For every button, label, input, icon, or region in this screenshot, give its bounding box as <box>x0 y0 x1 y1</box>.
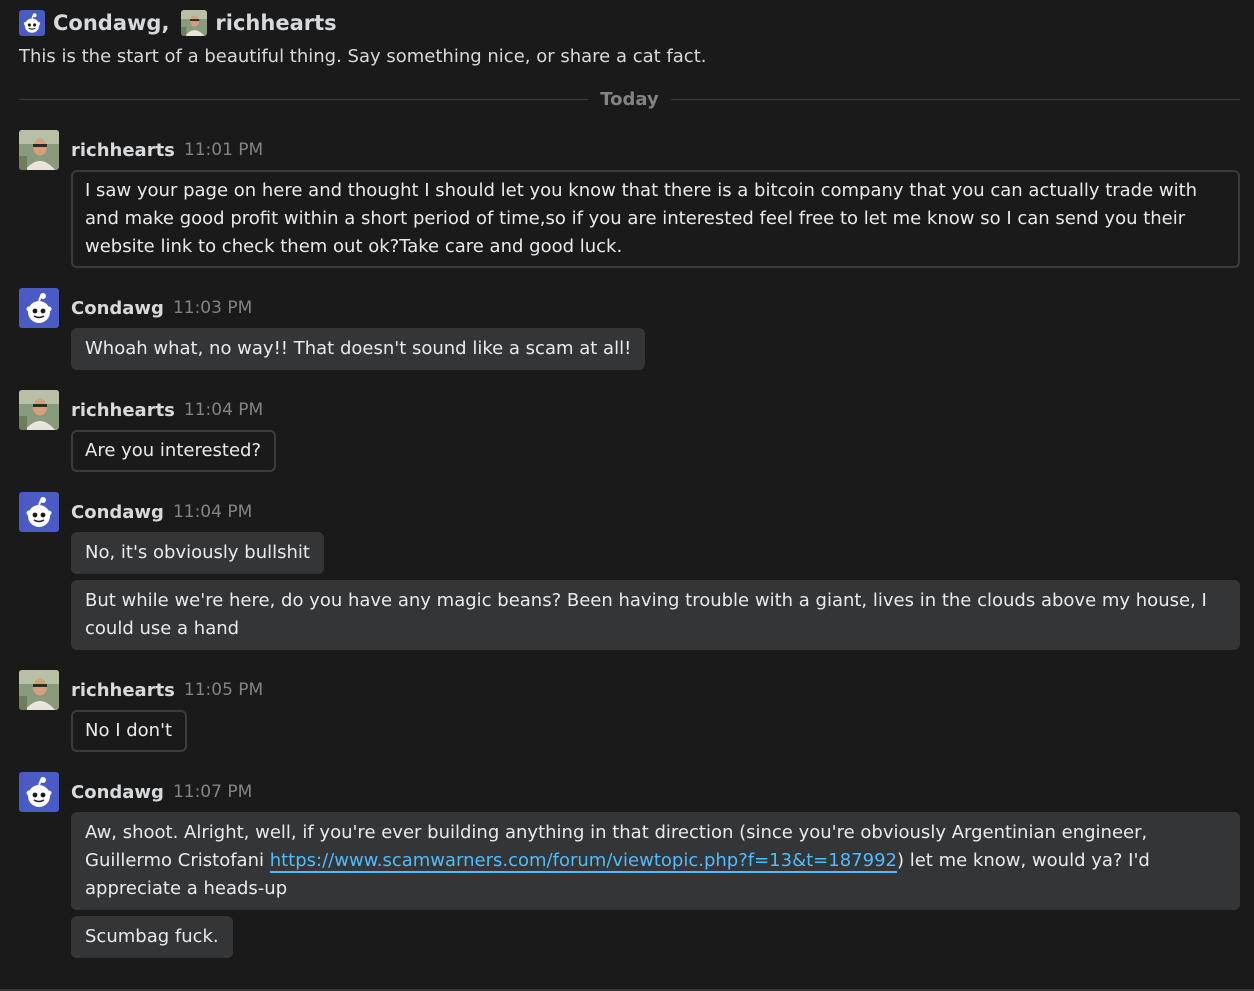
condawg-avatar-icon <box>19 10 45 36</box>
participant-separator: , <box>161 11 170 35</box>
message-timestamp: 11:05 PM <box>183 680 264 700</box>
richhearts-avatar-photo[interactable] <box>19 390 59 430</box>
message-bubble[interactable]: No, it's obviously bullshit <box>71 532 324 574</box>
chat-window: Condawg, richhearts This is the start of… <box>0 0 1254 991</box>
message-meta: Condawg 11:04 PM <box>71 492 1240 532</box>
message-timestamp: 11:04 PM <box>183 400 264 420</box>
message-author[interactable]: Condawg <box>71 782 164 803</box>
message-bubble[interactable]: Aw, shoot. Alright, well, if you're ever… <box>71 812 1240 910</box>
message-body: Condawg 11:03 PM Whoah what, no way!! Th… <box>71 288 1240 370</box>
message-bubble[interactable]: Are you interested? <box>71 430 277 472</box>
message-meta: richhearts 11:01 PM <box>71 130 1240 170</box>
message-body: Condawg 11:07 PM Aw, shoot. Alright, wel… <box>71 772 1240 958</box>
message-bubble[interactable]: I saw your page on here and thought I sh… <box>71 170 1240 268</box>
date-divider-label: Today <box>600 88 659 110</box>
scamwarners-link[interactable]: https://www.scamwarners.com/forum/viewto… <box>269 850 897 873</box>
condawg-avatar-icon[interactable] <box>19 772 59 812</box>
message-meta: richhearts 11:05 PM <box>71 670 1240 710</box>
richhearts-avatar-photo[interactable] <box>19 130 59 170</box>
message-author[interactable]: richhearts <box>71 400 175 421</box>
message-timestamp: 11:01 PM <box>183 140 264 160</box>
divider-line-right <box>670 98 1240 100</box>
message-body: richhearts 11:01 PM I saw your page on h… <box>71 130 1240 268</box>
richhearts-avatar-photo <box>181 10 208 36</box>
message-author[interactable]: Condawg <box>71 298 164 319</box>
divider-line-left <box>19 98 589 100</box>
condawg-avatar-icon[interactable] <box>19 288 59 328</box>
participant-2-name[interactable]: richhearts <box>215 11 336 35</box>
chat-header: Condawg, richhearts <box>19 8 1240 38</box>
chat-intro-text: This is the start of a beautiful thing. … <box>19 46 707 67</box>
message-bubble[interactable]: Scumbag fuck. <box>71 916 233 958</box>
message-bubble[interactable]: Whoah what, no way!! That doesn't sound … <box>71 328 646 370</box>
message-group: richhearts 11:05 PM No I don't <box>19 670 1240 752</box>
participant-1-name[interactable]: Condawg <box>53 11 161 35</box>
message-group: Condawg 11:07 PM Aw, shoot. Alright, wel… <box>19 772 1240 958</box>
message-body: richhearts 11:04 PM Are you interested? <box>71 390 1240 472</box>
message-timestamp: 11:07 PM <box>172 782 253 802</box>
richhearts-avatar-photo[interactable] <box>19 670 59 710</box>
message-group: Condawg 11:03 PM Whoah what, no way!! Th… <box>19 288 1240 370</box>
message-timestamp: 11:03 PM <box>172 298 253 318</box>
message-bubble[interactable]: No I don't <box>71 710 188 752</box>
message-body: Condawg 11:04 PM No, it's obviously bull… <box>71 492 1240 650</box>
message-meta: Condawg 11:07 PM <box>71 772 1240 812</box>
message-author[interactable]: richhearts <box>71 680 175 701</box>
message-group: richhearts 11:04 PM Are you interested? <box>19 390 1240 472</box>
message-group: richhearts 11:01 PM I saw your page on h… <box>19 130 1240 268</box>
message-timestamp: 11:04 PM <box>172 502 253 522</box>
message-author[interactable]: richhearts <box>71 140 175 161</box>
date-divider: Today <box>19 84 1240 114</box>
message-bubble[interactable]: But while we're here, do you have any ma… <box>71 580 1240 650</box>
message-author[interactable]: Condawg <box>71 502 164 523</box>
message-meta: Condawg 11:03 PM <box>71 288 1240 328</box>
message-meta: richhearts 11:04 PM <box>71 390 1240 430</box>
message-body: richhearts 11:05 PM No I don't <box>71 670 1240 752</box>
message-group: Condawg 11:04 PM No, it's obviously bull… <box>19 492 1240 650</box>
condawg-avatar-icon[interactable] <box>19 492 59 532</box>
